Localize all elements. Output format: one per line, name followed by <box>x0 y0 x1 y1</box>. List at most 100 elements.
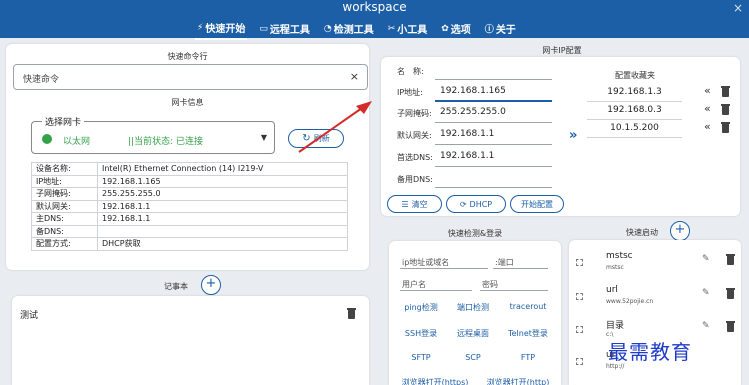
name-input[interactable] <box>435 79 552 80</box>
gateway-input[interactable]: 192.168.1.1 <box>440 129 494 139</box>
username-input[interactable]: 用户名 <box>402 279 426 290</box>
remote-desktop-button[interactable]: 远程桌面 <box>450 328 496 339</box>
row-value <box>97 224 348 238</box>
clear-button[interactable]: ☰ 清空 <box>387 195 442 213</box>
favorite-item[interactable]: 10.1.5.200 <box>587 119 682 138</box>
nav-bar: ⚡ 快速开始 ▭ 远程工具 ◔ 检测工具 ✂ 小工具 ✿ 选项 ⓘ 关于 <box>195 20 518 40</box>
table-row: 配置方式: DHCP获取 <box>31 237 348 251</box>
tab-label: 快速开始 <box>205 24 246 35</box>
launch-item[interactable]: url www.52pojie.cn ✎ <box>570 285 740 315</box>
telnet-login-button[interactable]: Telnet登录 <box>503 328 553 339</box>
load-favorite-icon[interactable]: « <box>704 84 711 97</box>
row-value: 192.168.1.1 <box>97 199 348 213</box>
nic-selected-name: 以太网 <box>63 137 91 147</box>
dhcp-button[interactable]: ⟳ DHCP <box>446 195 506 213</box>
row-key: 设备名称: <box>31 162 98 176</box>
quick-launch-title: 快速启动 <box>626 228 658 237</box>
ftp-button[interactable]: FTP <box>503 353 553 362</box>
tab-small-tools[interactable]: ✂ 小工具 <box>386 20 430 40</box>
tab-label: 检测工具 <box>333 25 374 36</box>
watermark: 最需教育 <box>608 340 692 364</box>
apply-config-button[interactable]: 开始配置 <box>510 195 564 213</box>
password-input[interactable]: 密码 <box>482 279 498 290</box>
notes-panel <box>12 296 369 385</box>
add-note-button[interactable]: + <box>201 275 221 295</box>
browser-https-button[interactable]: 浏览器打开(https) <box>398 377 472 385</box>
lightning-icon: ⚡ <box>197 22 204 33</box>
notes-content[interactable]: 测试 <box>20 308 38 321</box>
launch-target: mstsc <box>606 264 624 271</box>
nic-info-table: 设备名称: Intel(R) Ethernet Connection (14) I… <box>31 162 348 251</box>
row-key: 配置方式: <box>31 237 98 251</box>
clear-label: 清空 <box>411 199 428 209</box>
app-placeholder-icon <box>576 326 583 333</box>
launch-name: mstsc <box>606 251 633 261</box>
annotation-arrow <box>298 101 372 153</box>
favorite-item[interactable]: 192.168.0.3 <box>587 101 682 120</box>
username-input-underline <box>400 290 472 291</box>
delete-favorite-icon[interactable] <box>721 122 730 133</box>
dns2-input[interactable] <box>435 187 552 188</box>
table-row: 主DNS: 192.168.1.1 <box>31 212 348 226</box>
password-input-underline <box>480 290 548 291</box>
info-icon: ⓘ <box>484 25 494 35</box>
clear-icon[interactable]: × <box>350 70 359 83</box>
menu-lines-icon: ☰ <box>401 199 409 209</box>
tab-options[interactable]: ✿ 选项 <box>439 20 473 40</box>
tab-about[interactable]: ⓘ 关于 <box>483 20 518 40</box>
tab-quick-start[interactable]: ⚡ 快速开始 <box>195 20 248 40</box>
quick-command-input[interactable]: 快速命令 × <box>13 64 368 90</box>
app-placeholder-icon <box>576 293 583 300</box>
delete-favorite-icon[interactable] <box>721 104 730 115</box>
mask-input[interactable]: 255.255.255.0 <box>440 107 506 117</box>
delete-note-icon[interactable] <box>347 308 356 319</box>
host-input[interactable]: ip地址或域名 <box>402 257 449 268</box>
ip-config-title: 网卡IP配置 <box>542 46 582 55</box>
quick-command-placeholder: 快速命令 <box>23 75 60 85</box>
table-row: 子网掩码: 255.255.255.0 <box>31 187 348 201</box>
ip-input[interactable]: 192.168.1.165 <box>440 86 506 96</box>
edit-icon[interactable]: ✎ <box>702 321 710 331</box>
edit-icon[interactable]: ✎ <box>702 254 710 264</box>
row-value: 255.255.255.0 <box>97 187 348 201</box>
delete-launch-icon[interactable] <box>726 288 735 299</box>
nic-select-dropdown[interactable]: 选择网卡 以太网 ||当前状态: 已连接 ▼ <box>31 115 275 154</box>
load-favorite-icon[interactable]: « <box>704 120 711 133</box>
gateway-label: 默认网关: <box>397 131 432 140</box>
quick-check-title: 快速检测&登录 <box>447 229 503 238</box>
browser-http-button[interactable]: 浏览器打开(http) <box>483 377 553 385</box>
delete-favorite-icon[interactable] <box>721 86 730 97</box>
load-favorite-icon[interactable]: « <box>704 102 711 115</box>
scp-button[interactable]: SCP <box>450 353 496 362</box>
gateway-input-underline <box>435 144 552 145</box>
apply-label: 开始配置 <box>521 199 553 209</box>
table-row: 默认网关: 192.168.1.1 <box>31 199 348 213</box>
wifi-icon: ◔ <box>323 23 332 34</box>
ip-label: IP地址: <box>397 88 423 97</box>
quick-command-title: 快速命令行 <box>167 52 208 61</box>
dns2-label: 备用DNS: <box>397 175 433 184</box>
favorite-item[interactable]: 192.168.1.3 <box>587 83 682 102</box>
row-value: Intel(R) Ethernet Connection (14) I219-V <box>97 162 348 176</box>
ping-button[interactable]: ping检测 <box>397 302 445 313</box>
transfer-arrow-icon[interactable]: » <box>569 128 577 143</box>
edit-icon[interactable]: ✎ <box>702 288 710 298</box>
dns1-input[interactable]: 192.168.1.1 <box>440 151 494 161</box>
tab-label: 远程工具 <box>269 25 310 36</box>
launch-item[interactable]: mstsc mstsc ✎ <box>570 251 740 281</box>
port-check-button[interactable]: 端口检测 <box>450 302 496 313</box>
delete-launch-icon[interactable] <box>726 321 735 332</box>
nic-select-label: 选择网卡 <box>42 115 85 128</box>
port-input[interactable]: :端口 <box>495 257 514 268</box>
traceroute-button[interactable]: tracerout <box>503 302 553 311</box>
table-row: 备DNS: <box>31 224 348 238</box>
delete-launch-icon[interactable] <box>726 254 735 265</box>
tab-check-tools[interactable]: ◔ 检测工具 <box>322 20 376 40</box>
window-close-button[interactable]: × <box>733 1 743 15</box>
ip-input-underline <box>435 100 552 102</box>
tab-remote-tools[interactable]: ▭ 远程工具 <box>257 20 312 40</box>
sftp-button[interactable]: SFTP <box>397 353 445 362</box>
add-launch-button[interactable]: + <box>670 221 690 241</box>
nic-connection-status: ||当前状态: 已连接 <box>128 137 203 147</box>
ssh-login-button[interactable]: SSH登录 <box>397 328 445 339</box>
